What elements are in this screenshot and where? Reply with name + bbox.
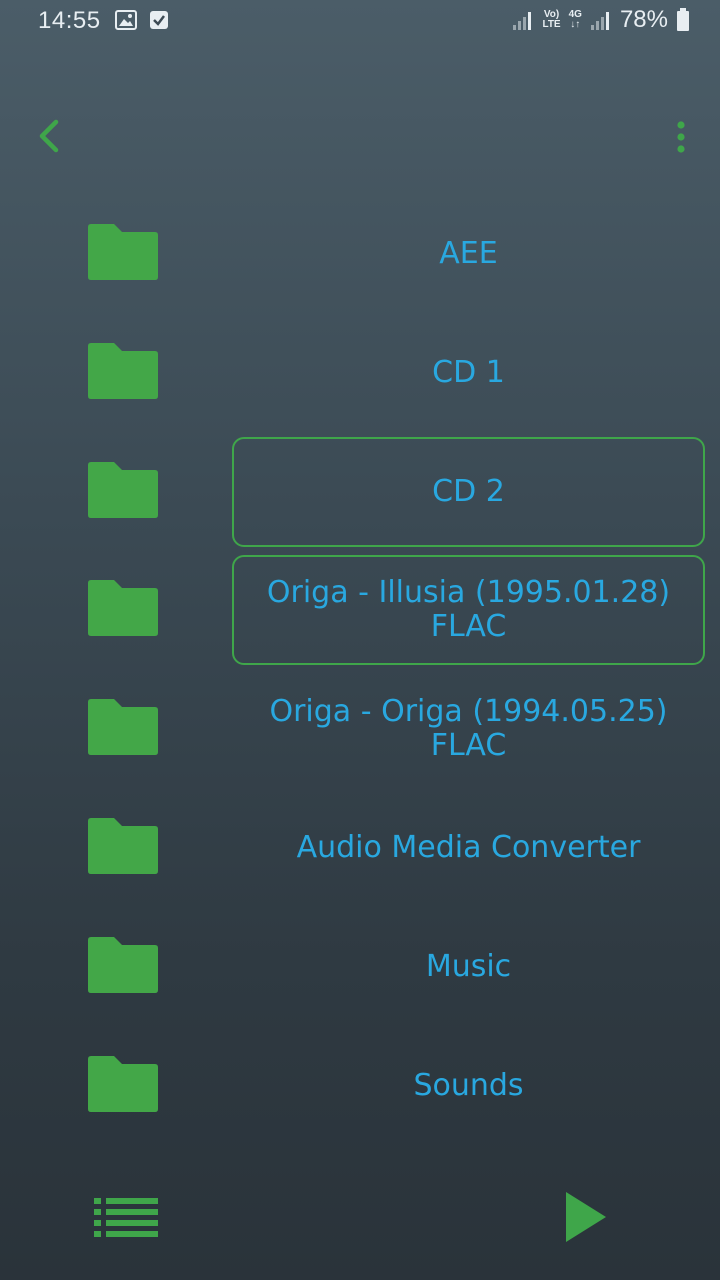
- list-item[interactable]: Origa - Origa (1994.05.25) FLAC: [0, 671, 720, 790]
- folder-icon: [88, 224, 158, 280]
- list-view-button[interactable]: [92, 1196, 160, 1238]
- image-notification-icon: [115, 10, 137, 30]
- folder-label[interactable]: AEE: [232, 199, 705, 309]
- play-button[interactable]: [562, 1190, 610, 1244]
- folder-label[interactable]: Sounds: [232, 1031, 705, 1141]
- folder-icon: [88, 936, 158, 993]
- folder-label[interactable]: Music: [232, 912, 705, 1022]
- status-time: 14:55: [38, 7, 101, 34]
- status-bar: 14:55 Vo) LTE 4G ↓↑ 78%: [0, 0, 720, 44]
- volte-indicator: Vo) LTE: [542, 9, 561, 30]
- overflow-menu-button[interactable]: [664, 112, 698, 160]
- list-item[interactable]: AEE: [0, 196, 720, 315]
- list-item[interactable]: Audio Media Converter: [0, 790, 720, 909]
- folder-label[interactable]: Audio Media Converter: [232, 793, 705, 903]
- folder-list: AEE CD 1 CD 2 Origa - Illusia (1995.01.2…: [0, 196, 720, 1146]
- battery-percent: 78%: [619, 6, 668, 33]
- list-item[interactable]: CD 2: [0, 434, 720, 553]
- play-icon: [566, 1192, 606, 1242]
- signal-icon: [513, 12, 532, 30]
- folder-label[interactable]: Origa - Illusia (1995.01.28) FLAC: [232, 555, 705, 666]
- back-button[interactable]: [30, 112, 70, 160]
- list-item[interactable]: Music: [0, 909, 720, 1028]
- folder-label[interactable]: CD 2: [232, 436, 705, 547]
- list-icon: [94, 1198, 158, 1237]
- data-type-indicator: 4G ↓↑: [568, 9, 582, 30]
- list-item[interactable]: CD 1: [0, 315, 720, 434]
- folder-label[interactable]: CD 1: [232, 318, 705, 428]
- folder-icon: [88, 580, 158, 637]
- more-vertical-icon: [677, 121, 685, 153]
- list-item[interactable]: Sounds: [0, 1028, 720, 1147]
- folder-icon: [88, 1055, 158, 1112]
- data-arrows-icon: ↓↑: [570, 19, 581, 30]
- signal-icon-2: [590, 12, 609, 30]
- list-item[interactable]: Origa - Illusia (1995.01.28) FLAC: [0, 552, 720, 671]
- chevron-left-icon: [39, 119, 59, 153]
- folder-icon: [88, 699, 158, 756]
- folder-icon: [88, 342, 158, 399]
- folder-icon: [88, 461, 158, 518]
- battery-icon: [677, 8, 689, 31]
- folder-label[interactable]: Origa - Origa (1994.05.25) FLAC: [232, 674, 705, 784]
- task-check-icon: [150, 11, 168, 29]
- folder-icon: [88, 817, 158, 874]
